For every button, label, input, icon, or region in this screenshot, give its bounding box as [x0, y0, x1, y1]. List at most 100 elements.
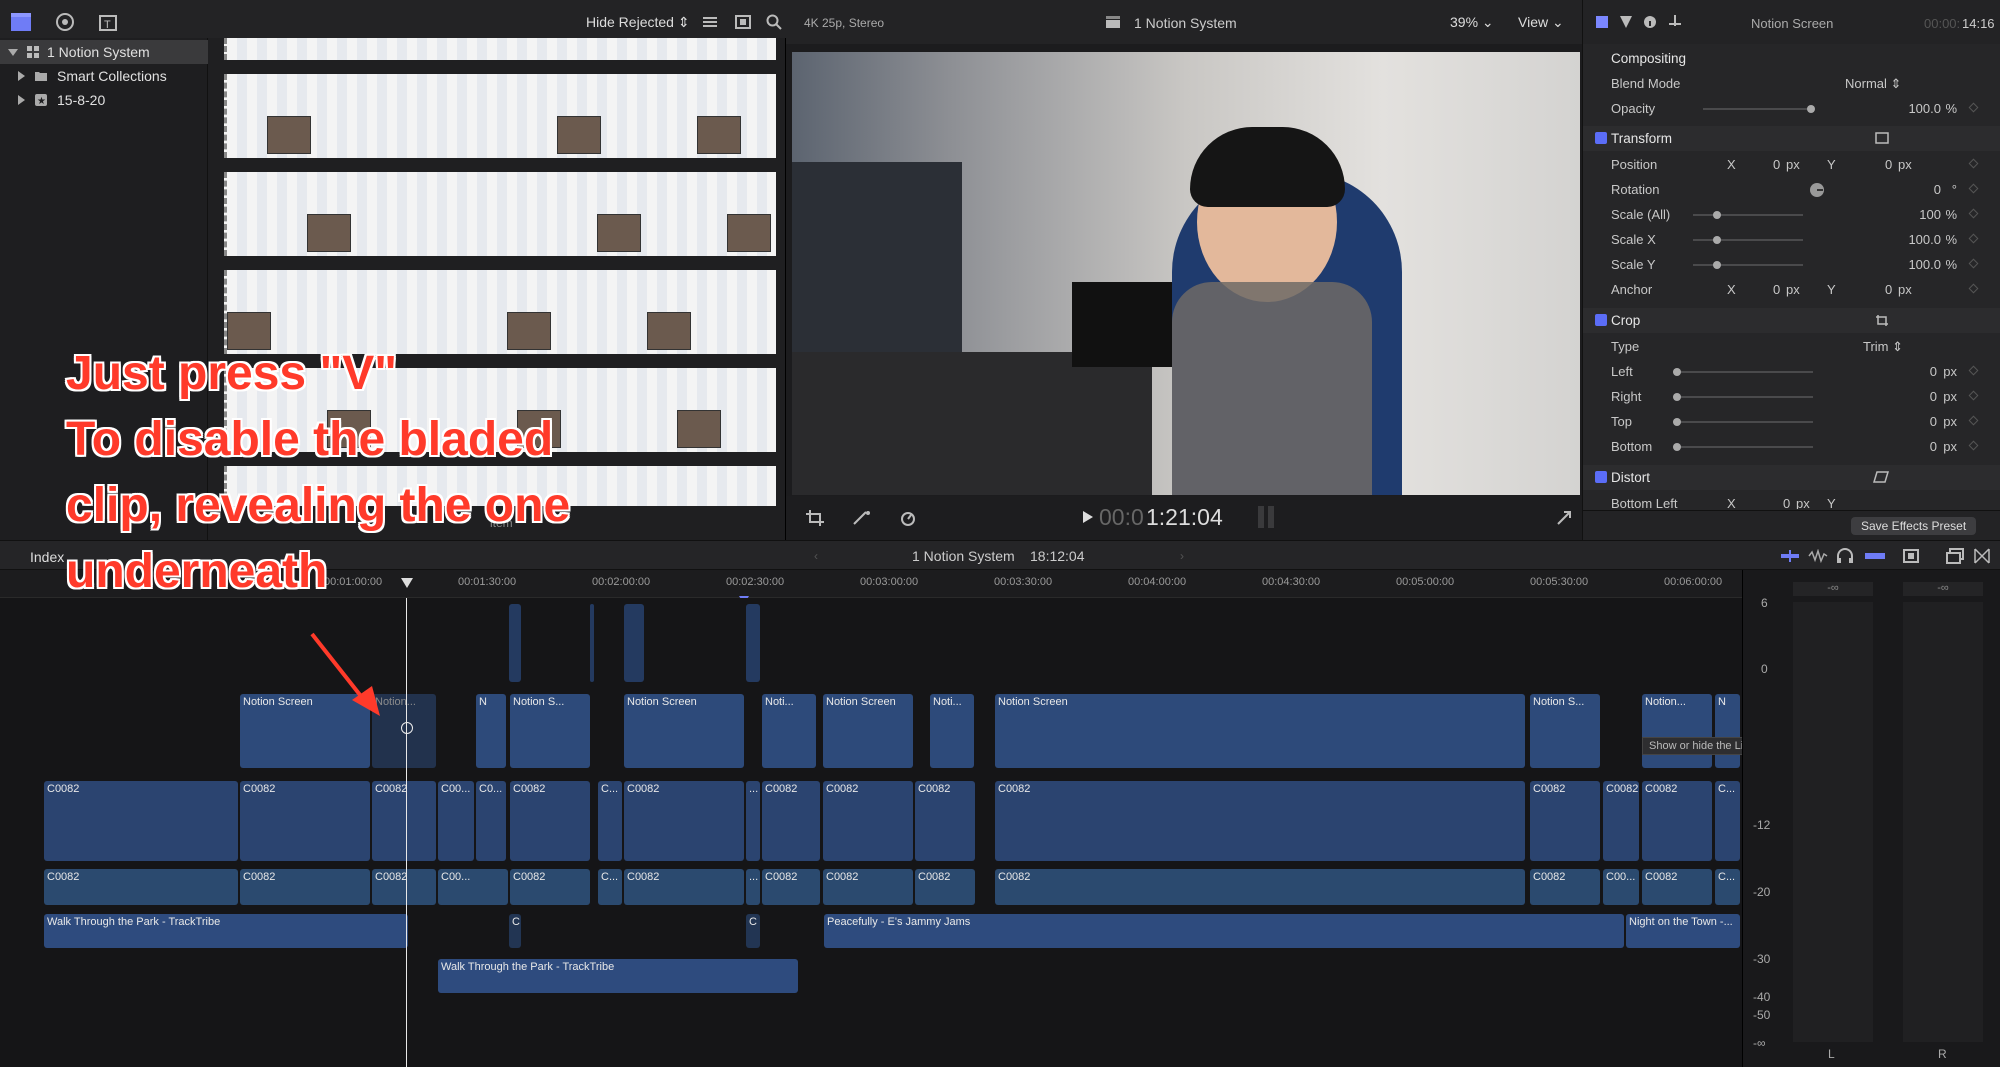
crop-checkbox[interactable] — [1595, 314, 1607, 326]
audio-clip[interactable]: C0082 — [1530, 869, 1600, 905]
crop-right-value[interactable]: 0 — [1930, 389, 1937, 404]
scale-x-value[interactable]: 100.0 — [1908, 232, 1941, 247]
opacity-slider-knob[interactable] — [1807, 105, 1815, 113]
crop-type-popup[interactable]: Trim ⇕ — [1863, 339, 1903, 355]
crop-top-slider-knob[interactable] — [1673, 418, 1681, 426]
title-clip[interactable]: N — [1715, 694, 1740, 768]
timecode[interactable]: 1:21:04 — [1146, 504, 1223, 531]
scale-all-value[interactable]: 100 — [1919, 207, 1941, 222]
connected-clip[interactable] — [509, 604, 521, 682]
keyframe-icon[interactable] — [1968, 102, 1979, 113]
crop-left-value[interactable]: 0 — [1930, 364, 1937, 379]
index-button[interactable]: Index — [30, 549, 64, 565]
scale-y-slider[interactable] — [1693, 261, 1803, 269]
audio-clip[interactable]: C0082 — [372, 869, 436, 905]
crop-bottom-slider[interactable] — [1673, 443, 1813, 451]
browser-filmstrip[interactable] — [224, 74, 776, 158]
video-clip[interactable]: C0082 — [823, 781, 913, 861]
keyframe-icon[interactable] — [1968, 158, 1979, 169]
title-clip[interactable]: N — [476, 694, 506, 768]
video-clip[interactable]: C... — [598, 781, 622, 861]
search-icon[interactable] — [766, 14, 782, 30]
video-clip[interactable]: C0082 — [1642, 781, 1712, 861]
position-x-value[interactable]: 0 — [1773, 157, 1780, 172]
title-clip[interactable]: Notion S... — [1530, 694, 1600, 768]
transform-onscreen-icon[interactable] — [1875, 132, 1889, 144]
opacity-slider[interactable] — [1703, 105, 1815, 113]
view-dropdown[interactable]: View ⌄ — [1518, 14, 1564, 31]
headphones-icon[interactable] — [1836, 548, 1854, 564]
crop-bottom-value[interactable]: 0 — [1930, 439, 1937, 454]
info-icon[interactable] — [1643, 15, 1657, 29]
crop-right-slider-knob[interactable] — [1673, 393, 1681, 401]
rotation-dial-icon[interactable] — [1809, 182, 1825, 198]
scale-y-value[interactable]: 100.0 — [1908, 257, 1941, 272]
video-clip[interactable]: C0082 — [1603, 781, 1639, 861]
video-clip[interactable]: C0082 — [1530, 781, 1600, 861]
timeline[interactable]: Notion Screen Notion... N Notion S... No… — [0, 598, 1823, 1067]
title-clip[interactable]: Notion Screen — [624, 694, 744, 768]
connected-clip[interactable] — [590, 604, 594, 682]
crop-top-slider[interactable] — [1673, 418, 1813, 426]
transitions-icon[interactable] — [1974, 548, 1990, 564]
music-clip[interactable]: Walk Through the Park - TrackTribe — [44, 914, 408, 948]
anchor-y-value[interactable]: 0 — [1885, 282, 1892, 297]
crop-left-slider-knob[interactable] — [1673, 368, 1681, 376]
filter-icon[interactable] — [1619, 15, 1633, 29]
retime-speed-icon[interactable] — [900, 510, 922, 526]
video-clip[interactable]: C0082 — [915, 781, 975, 861]
share-icon[interactable] — [1667, 14, 1683, 30]
video-inspector-icon[interactable] — [1595, 15, 1609, 29]
clip-layout-icon[interactable] — [1946, 548, 1964, 564]
position-y-value[interactable]: 0 — [1885, 157, 1892, 172]
scale-x-slider-knob[interactable] — [1713, 236, 1721, 244]
back-arrow-icon[interactable]: ‹ — [814, 549, 818, 563]
video-clip[interactable]: C00... — [438, 781, 474, 861]
scale-x-slider[interactable] — [1693, 236, 1803, 244]
scale-all-slider[interactable] — [1693, 211, 1803, 219]
keyframe-icon[interactable] — [1968, 440, 1979, 451]
browser-filmstrip[interactable] — [224, 38, 776, 60]
music-clip[interactable]: Peacefully - E's Jammy Jams — [824, 914, 1624, 948]
music-clip-small[interactable]: C — [509, 914, 521, 948]
keyframe-icon[interactable] — [1968, 183, 1979, 194]
title-clip[interactable]: Notion Screen — [823, 694, 913, 768]
audio-clip[interactable]: C... — [1715, 869, 1740, 905]
zoom-dropdown[interactable]: 39% ⌄ — [1450, 14, 1494, 31]
transform-checkbox[interactable] — [1595, 132, 1607, 144]
crop-bottom-slider-knob[interactable] — [1673, 443, 1681, 451]
keyframe-icon[interactable] — [1968, 415, 1979, 426]
list-view-icon[interactable] — [702, 15, 718, 29]
library-item-smart-collections[interactable]: Smart Collections — [0, 64, 208, 88]
crop-onscreen-icon[interactable] — [1875, 314, 1889, 326]
browser-filmstrip[interactable] — [224, 172, 776, 256]
audio-clip[interactable]: C00... — [1603, 869, 1639, 905]
clip-appearance-icon[interactable] — [1780, 549, 1800, 563]
snapping-icon[interactable] — [1903, 548, 1919, 564]
disclosure-triangle-icon[interactable] — [18, 71, 25, 81]
audio-clip[interactable]: ... — [746, 869, 760, 905]
audio-clip[interactable]: C0082 — [995, 869, 1525, 905]
photos-icon[interactable] — [55, 12, 75, 32]
keyframe-icon[interactable] — [1968, 208, 1979, 219]
rotation-value[interactable]: 0 — [1934, 182, 1941, 197]
keyframe-icon[interactable] — [1968, 233, 1979, 244]
audio-clip[interactable]: C0082 — [44, 869, 238, 905]
filmstrip-view-icon[interactable] — [735, 15, 751, 29]
libraries-icon[interactable] — [10, 12, 32, 32]
keyframe-icon[interactable] — [1968, 283, 1979, 294]
video-clip[interactable]: C0... — [476, 781, 506, 861]
library-item-notion-system[interactable]: 1 Notion System — [0, 40, 208, 64]
crop-left-slider[interactable] — [1673, 368, 1813, 376]
fullscreen-icon[interactable] — [1556, 510, 1572, 526]
distort-onscreen-icon[interactable] — [1873, 471, 1889, 483]
music-clip[interactable]: Walk Through the Park - TrackTribe — [438, 959, 798, 993]
solo-icon[interactable] — [1864, 549, 1886, 563]
titles-generators-icon[interactable]: T — [98, 12, 120, 32]
scale-all-slider-knob[interactable] — [1713, 211, 1721, 219]
title-clip[interactable]: Noti... — [930, 694, 974, 768]
opacity-value[interactable]: 100.0 — [1908, 101, 1941, 116]
keyframe-icon[interactable] — [1968, 390, 1979, 401]
audio-clip[interactable]: C0082 — [823, 869, 913, 905]
anchor-x-value[interactable]: 0 — [1773, 282, 1780, 297]
